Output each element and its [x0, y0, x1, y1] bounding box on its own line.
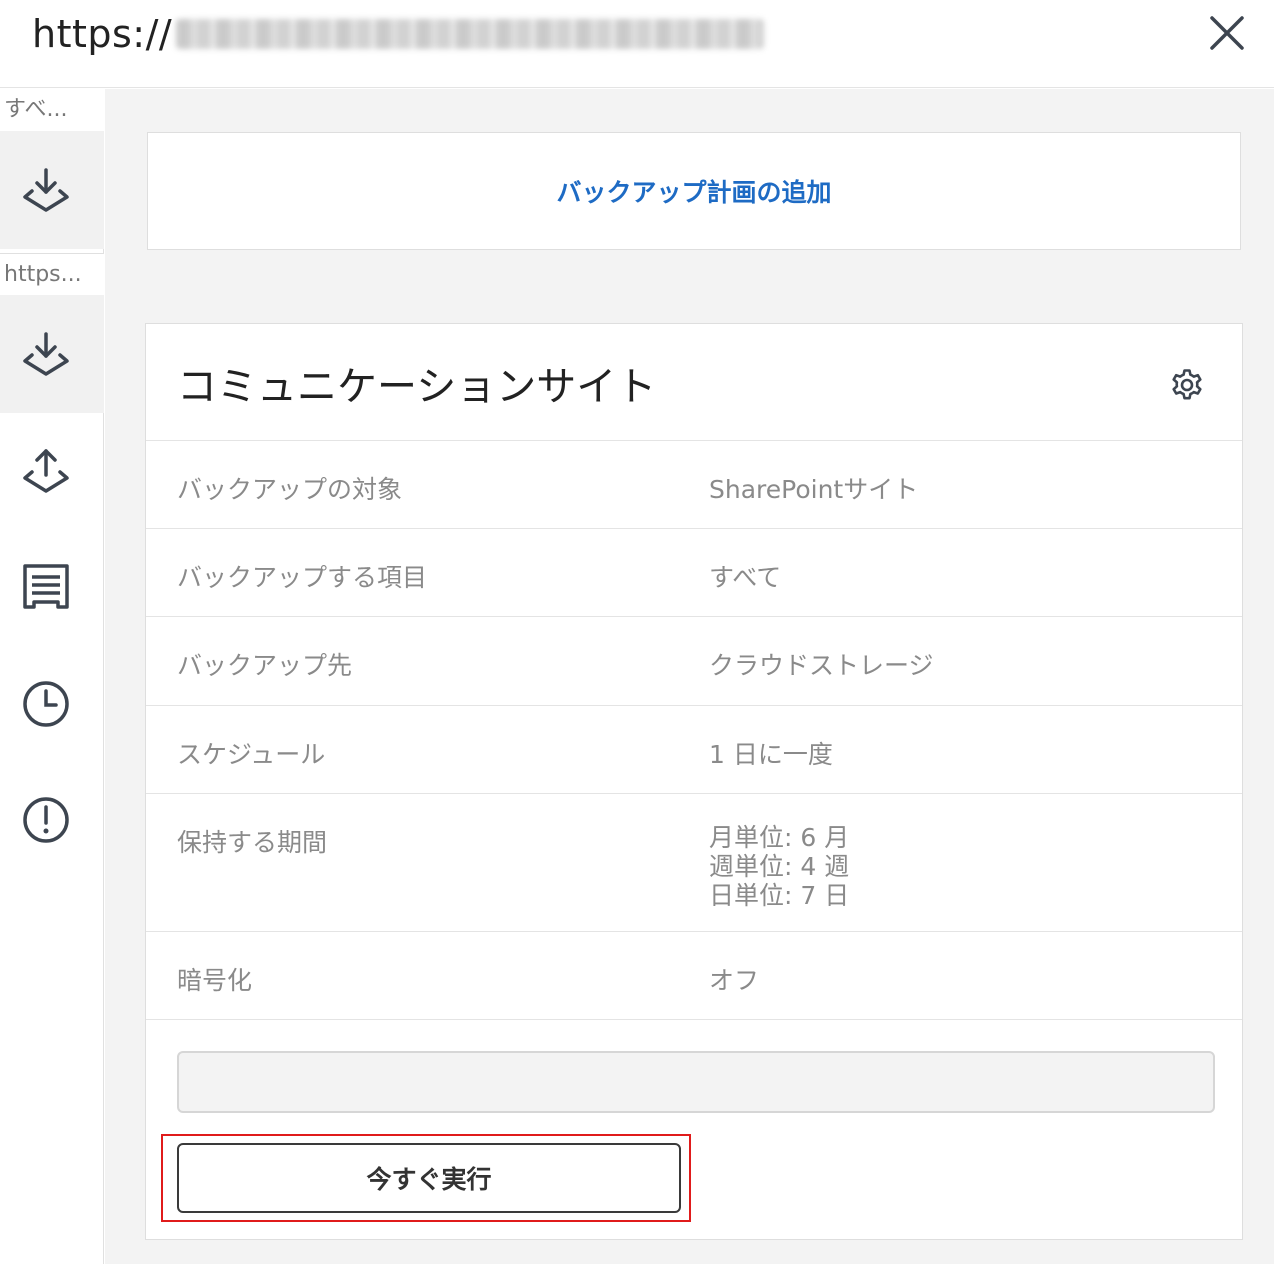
add-plan-card: バックアップ計画の追加 — [147, 132, 1241, 250]
report-icon[interactable] — [20, 561, 72, 613]
sidebar-item-backup-site[interactable] — [0, 295, 104, 413]
row-value: クラウドストレージ — [709, 651, 934, 680]
row-key: 保持する期間 — [177, 828, 328, 857]
sidebar-label-all: すべ... — [0, 89, 104, 131]
row-encryption: 暗号化 オフ — [146, 931, 1242, 1020]
alert-icon[interactable] — [20, 794, 72, 846]
close-icon[interactable] — [1208, 14, 1246, 52]
row-key: バックアップする項目 — [177, 563, 428, 592]
url-text: https:// — [32, 12, 765, 56]
row-value: SharePointサイト — [709, 475, 919, 504]
progress-bar — [177, 1051, 1215, 1113]
gear-icon[interactable] — [1168, 366, 1206, 404]
run-now-button[interactable]: 今すぐ実行 — [177, 1143, 681, 1213]
row-backup-items: バックアップする項目 すべて — [146, 528, 1242, 616]
download-icon — [23, 332, 69, 376]
add-backup-plan-link[interactable]: バックアップ計画の追加 — [556, 173, 831, 209]
backup-plan-card: コミュニケーションサイト バックアップの対象 SharePointサイト バック… — [145, 323, 1243, 1240]
url-prefix: https:// — [32, 12, 173, 56]
download-icon — [23, 168, 69, 212]
row-key: 暗号化 — [177, 966, 253, 995]
row-backup-destination: バックアップ先 クラウドストレージ — [146, 616, 1242, 705]
row-value: オフ — [709, 966, 760, 995]
sidebar-item-backup-all[interactable] — [0, 131, 104, 249]
row-key: バックアップ先 — [177, 651, 353, 680]
row-key: スケジュール — [177, 740, 326, 769]
row-retention: 保持する期間 月単位: 6 月 週単位: 4 週 日単位: 7 日 — [146, 793, 1242, 931]
retention-values: 月単位: 6 月 週単位: 4 週 日単位: 7 日 — [709, 823, 849, 910]
title-bar: https:// — [0, 0, 1274, 88]
url-blurred — [176, 19, 765, 49]
main-panel: バックアップ計画の追加 コミュニケーションサイト バックアップの対象 Share… — [105, 89, 1274, 1264]
row-value: すべて — [709, 563, 782, 592]
row-schedule: スケジュール 1 日に一度 — [146, 705, 1242, 793]
clock-icon[interactable] — [20, 678, 72, 730]
retention-weekly: 週単位: 4 週 — [709, 852, 850, 881]
row-key: バックアップの対象 — [177, 475, 403, 504]
sidebar-label-https: https... — [0, 253, 104, 295]
row-value: 1 日に一度 — [709, 740, 833, 769]
row-backup-source: バックアップの対象 SharePointサイト — [146, 440, 1242, 528]
upload-icon[interactable] — [20, 445, 72, 497]
retention-daily: 日単位: 7 日 — [709, 881, 850, 910]
retention-monthly: 月単位: 6 月 — [709, 823, 850, 852]
sidebar: すべ... https... — [0, 89, 104, 1264]
plan-title: コミュニケーションサイト — [177, 364, 657, 410]
